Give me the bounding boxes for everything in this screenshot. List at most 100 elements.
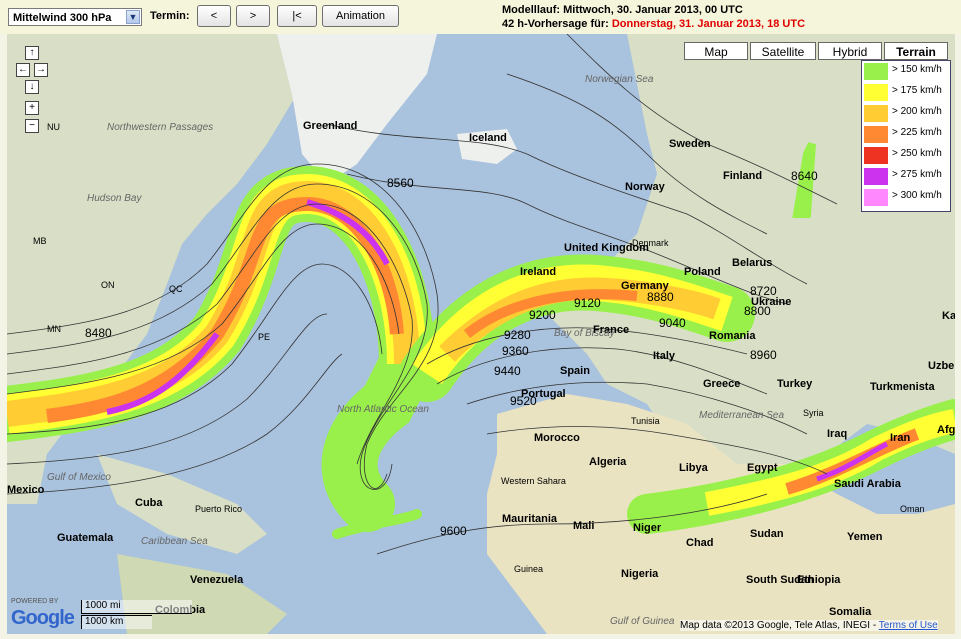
place-label: Poland	[684, 266, 721, 278]
place-label: Gulf of Mexico	[47, 472, 111, 483]
place-label: Cuba	[135, 497, 163, 509]
next-button[interactable]: >	[236, 5, 270, 27]
legend-label: > 225 km/h	[892, 127, 942, 138]
place-label: PE	[258, 332, 271, 342]
place-label: Finland	[723, 170, 763, 182]
place-label: Uzbek	[928, 360, 955, 372]
place-label: Chad	[686, 537, 714, 549]
place-label: Spain	[560, 365, 590, 377]
legend-swatch	[864, 105, 888, 122]
place-label: Nigeria	[621, 568, 659, 580]
contour-label: 9200	[529, 308, 556, 322]
place-label: Sudan	[750, 528, 784, 540]
place-label: Greenland	[303, 120, 358, 132]
google-logo[interactable]: POWERED BY Google	[11, 598, 79, 632]
place-label: Kaz	[942, 310, 955, 322]
contour-label: 8800	[744, 304, 771, 318]
scale-km: 1000 km	[81, 615, 152, 629]
legend-swatch	[864, 63, 888, 80]
copyright-text: Map data ©2013 Google, Tele Atlas, INEGI…	[680, 620, 879, 631]
legend-row: > 175 km/h	[862, 82, 950, 103]
place-label: Morocco	[534, 432, 580, 444]
pan-up-icon[interactable]: ↑	[25, 46, 39, 60]
pan-right-icon[interactable]: →	[34, 63, 48, 77]
level-select[interactable]: Mittelwind 300 hPa ▼	[8, 8, 142, 26]
scale-miles-label: 1000 mi	[85, 600, 121, 611]
place-label: MB	[33, 236, 47, 246]
map-view[interactable]: ↑ ← → ↓ + − Map Satellite Hybrid Terrain…	[7, 34, 955, 634]
terms-link[interactable]: Terms of Use	[879, 620, 938, 631]
place-label: Egypt	[747, 462, 778, 474]
contour-label: 9520	[510, 394, 537, 408]
map-type-hybrid[interactable]: Hybrid	[818, 42, 882, 60]
place-label: Mediterranean Sea	[699, 410, 785, 421]
prev-button[interactable]: <	[197, 5, 231, 27]
place-label: Somalia	[829, 606, 872, 618]
place-label: Mexico	[7, 484, 45, 496]
place-label: Guatemala	[57, 532, 114, 544]
legend-row: > 250 km/h	[862, 145, 950, 166]
contour-label: 9600	[440, 524, 467, 538]
place-label: Norwegian Sea	[585, 74, 654, 85]
copyright: Map data ©2013 Google, Tele Atlas, INEGI…	[680, 620, 938, 631]
chevron-down-icon[interactable]: ▼	[126, 10, 140, 24]
contour-label: 8880	[647, 290, 674, 304]
contour-label: 9280	[504, 328, 531, 342]
place-label: Iraq	[827, 428, 848, 440]
place-label: Italy	[653, 350, 676, 362]
place-label: Northwestern Passages	[107, 122, 214, 133]
place-label: Saudi Arabia	[834, 478, 901, 490]
place-label: Afg	[937, 424, 955, 436]
place-label: Ireland	[520, 266, 557, 278]
legend-label: > 275 km/h	[892, 169, 942, 180]
legend-label: > 150 km/h	[892, 64, 942, 75]
place-label: Tunisia	[631, 416, 660, 426]
map-type-map[interactable]: Map	[684, 42, 748, 60]
place-label: Niger	[633, 522, 662, 534]
place-label: ON	[101, 280, 115, 290]
place-label: Venezuela	[190, 574, 244, 586]
legend-row: > 300 km/h	[862, 187, 950, 208]
place-label: Syria	[803, 408, 824, 418]
contour-label: 9440	[494, 364, 521, 378]
place-label: Greece	[703, 378, 741, 390]
legend-row: > 275 km/h	[862, 166, 950, 187]
map-type-satellite[interactable]: Satellite	[750, 42, 816, 60]
contour-label: 8720	[750, 284, 777, 298]
run-info: Modelllauf: Mittwoch, 30. Januar 2013, 0…	[502, 3, 805, 31]
place-label: Mauritania	[502, 513, 558, 525]
legend-label: > 250 km/h	[892, 148, 942, 159]
pan-left-icon[interactable]: ←	[16, 63, 30, 77]
place-label: Algeria	[589, 456, 627, 468]
place-label: Iran	[890, 432, 911, 444]
legend-row: > 200 km/h	[862, 103, 950, 124]
toolbar: Mittelwind 300 hPa ▼ Termin: < > |< Anim…	[0, 0, 961, 34]
place-label: South Sudan	[746, 574, 814, 586]
legend-row: > 225 km/h	[862, 124, 950, 145]
wind-speed-legend: > 150 km/h > 175 km/h > 200 km/h > 225 k…	[861, 60, 951, 212]
animation-button[interactable]: Animation	[322, 5, 399, 27]
scale-miles: 1000 mi	[81, 600, 192, 614]
scale-km-label: 1000 km	[85, 616, 124, 627]
legend-swatch	[864, 168, 888, 185]
contour-label: 8640	[791, 169, 818, 183]
place-label: Guinea	[514, 564, 544, 574]
first-button[interactable]: |<	[277, 5, 317, 27]
legend-label: > 200 km/h	[892, 106, 942, 117]
legend-swatch	[864, 84, 888, 101]
place-label: Hudson Bay	[87, 193, 142, 204]
place-label: MN	[47, 324, 61, 334]
place-label: NU	[47, 122, 60, 132]
contour-label: 8960	[750, 348, 777, 362]
model-run-text: Modelllauf: Mittwoch, 30. Januar 2013, 0…	[502, 4, 743, 16]
place-label: Yemen	[847, 531, 883, 543]
contour-label: 8480	[85, 326, 112, 340]
legend-swatch	[864, 147, 888, 164]
zoom-in-icon[interactable]: +	[25, 101, 39, 115]
place-label: Iceland	[469, 132, 507, 144]
map-type-terrain[interactable]: Terrain	[884, 42, 948, 60]
pan-down-icon[interactable]: ↓	[25, 80, 39, 94]
contour-label: 8560	[387, 176, 414, 190]
zoom-out-icon[interactable]: −	[25, 119, 39, 133]
contour-label: 9120	[574, 296, 601, 310]
